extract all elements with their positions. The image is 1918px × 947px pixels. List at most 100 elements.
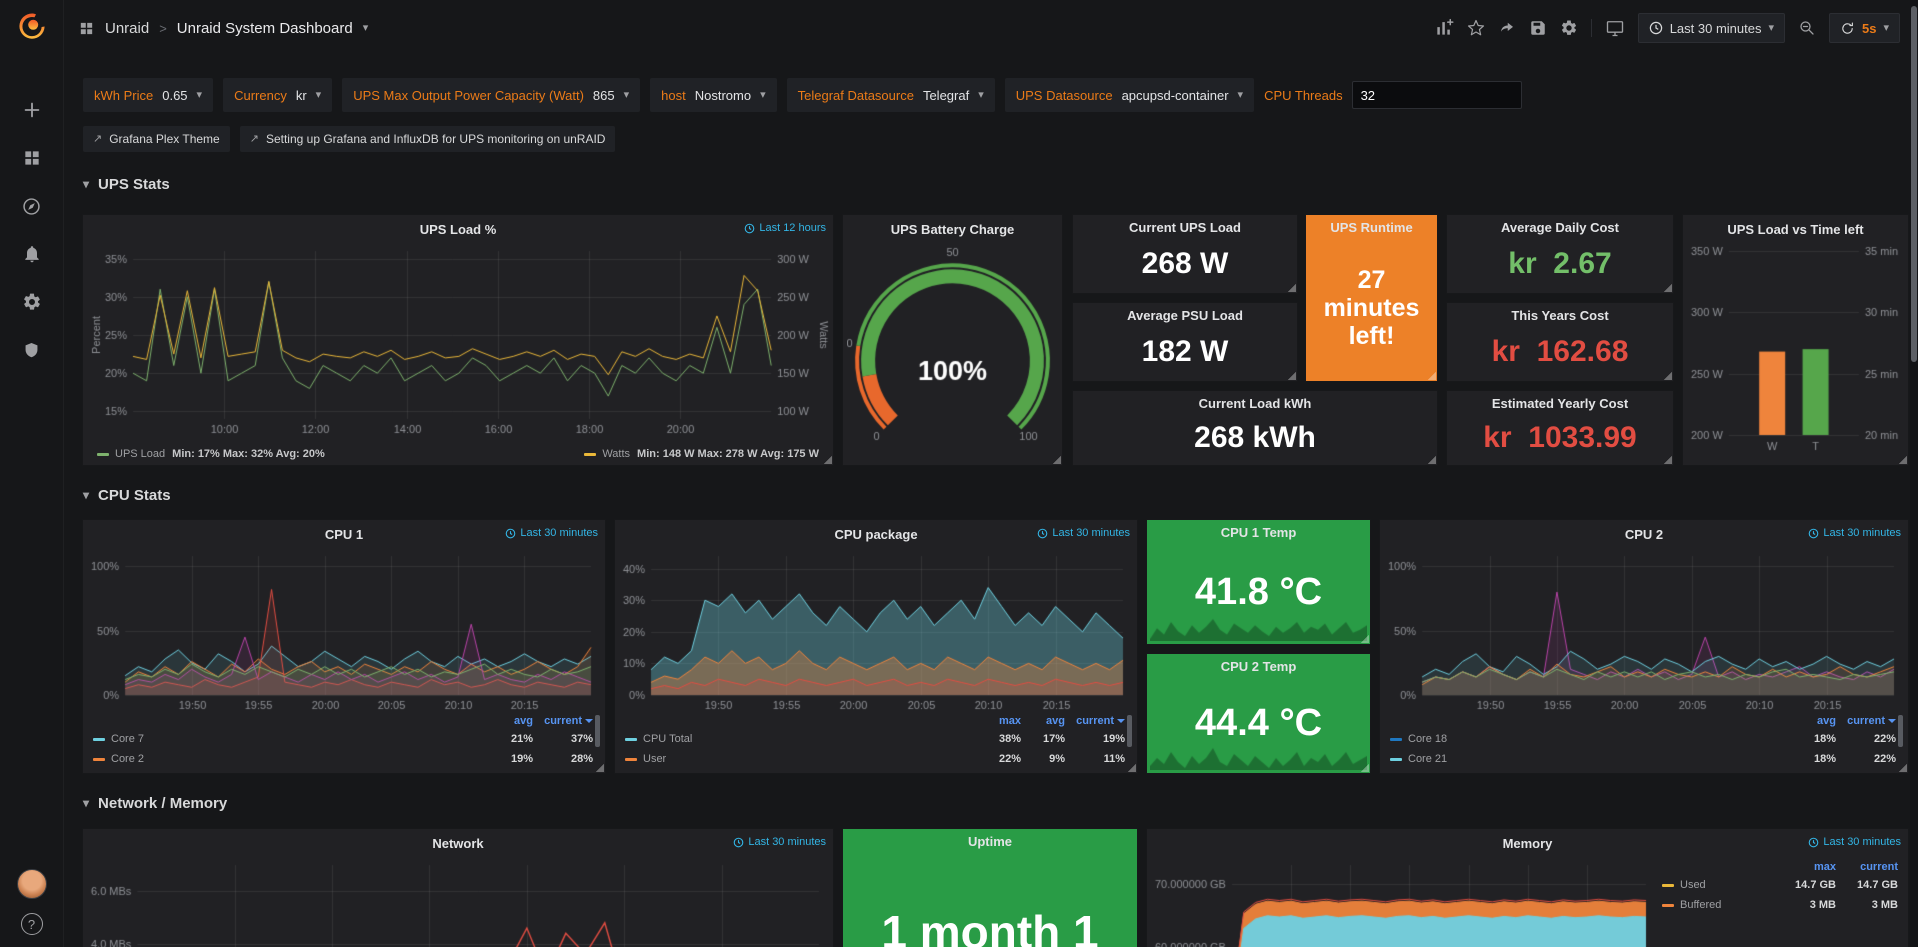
help-icon[interactable]: ? — [21, 913, 43, 935]
alerting-bell-icon[interactable] — [10, 234, 54, 274]
sort-caret-icon — [1117, 719, 1125, 723]
variable-ups-max-output[interactable]: UPS Max Output Power Capacity (Watt)865▾ — [342, 78, 640, 112]
panel-title[interactable]: CPU 1 — [325, 527, 363, 542]
time-range-caret-icon: ▾ — [1768, 23, 1774, 34]
star-icon[interactable] — [1467, 19, 1485, 37]
panel-ups-battery-charge: UPS Battery Charge — [843, 215, 1062, 465]
cpu2-chart[interactable] — [1384, 548, 1904, 715]
save-icon[interactable] — [1529, 19, 1547, 37]
refresh-icon — [1840, 21, 1855, 36]
panel-title[interactable]: CPU 2 Temp — [1221, 659, 1297, 674]
link-grafana-plex-theme[interactable]: ↗ Grafana Plex Theme — [83, 126, 230, 152]
panel-title[interactable]: UPS Load % — [420, 222, 497, 237]
zoom-out-icon[interactable] — [1798, 19, 1816, 37]
legend-series-ups-load[interactable]: UPS Load — [115, 448, 165, 460]
legend-series-user[interactable]: User — [625, 751, 975, 767]
panel-title[interactable]: UPS Battery Charge — [891, 222, 1015, 237]
clock-icon — [505, 528, 516, 539]
page-scrollbar[interactable] — [1910, 0, 1918, 947]
cpu1-chart[interactable] — [87, 548, 601, 715]
link-ups-monitoring-guide[interactable]: ↗ Setting up Grafana and InfluxDB for UP… — [240, 126, 616, 152]
grafana-logo[interactable] — [15, 10, 49, 44]
dashboard-grid-icon[interactable] — [78, 20, 95, 37]
panel-cpu2-graph: CPU 2 Last 30 minutes avgcurrent Core 18… — [1380, 520, 1908, 773]
panel-title[interactable]: CPU 1 Temp — [1221, 525, 1297, 540]
sidebar-nav — [10, 90, 54, 370]
sidebar-bottom: ? — [17, 869, 47, 935]
legend-series-buffered[interactable]: Buffered — [1662, 897, 1774, 913]
explore-compass-icon[interactable] — [10, 186, 54, 226]
panel-time-override: Last 30 minutes — [1037, 527, 1130, 539]
server-admin-shield-icon[interactable] — [10, 330, 54, 370]
dashboards-icon[interactable] — [10, 138, 54, 178]
legend-series-core18[interactable]: Core 18 — [1390, 731, 1786, 747]
row-header-ups-stats[interactable]: ▾ UPS Stats — [83, 172, 170, 196]
legend-series-core21[interactable]: Core 21 — [1390, 751, 1786, 767]
variable-host[interactable]: hostNostromo▾ — [650, 78, 776, 112]
panel-time-override: Last 30 minutes — [1808, 836, 1901, 848]
breadcrumb-folder[interactable]: Unraid — [105, 20, 149, 37]
dashboard-picker-caret-icon[interactable]: ▾ — [363, 23, 369, 34]
navbar-actions: Last 30 minutes ▾ 5s ▾ — [1434, 13, 1900, 43]
legend-series-watts[interactable]: Watts — [602, 448, 630, 460]
create-plus-icon[interactable] — [10, 90, 54, 130]
chevron-down-icon: ▾ — [83, 489, 89, 501]
user-avatar[interactable] — [17, 869, 47, 899]
variable-ups-datasource[interactable]: UPS Datasourceapcupsd-container▾ — [1005, 78, 1254, 112]
configuration-gear-icon[interactable] — [10, 282, 54, 322]
time-range-picker[interactable]: Last 30 minutes ▾ — [1638, 13, 1785, 43]
panel-title[interactable]: CPU package — [834, 527, 917, 542]
panel-time-override: Last 30 minutes — [733, 836, 826, 848]
page-scrollbar-thumb[interactable] — [1911, 6, 1917, 362]
panel-title[interactable]: CPU 2 — [1625, 527, 1663, 542]
legend-series-core7[interactable]: Core 7 — [93, 731, 483, 747]
legend-stats: Min: 17% Max: 32% Avg: 20% — [172, 448, 325, 460]
sort-caret-icon — [585, 719, 593, 723]
row-header-cpu-stats[interactable]: ▾ CPU Stats — [83, 483, 171, 507]
stat-value: 182 W — [1073, 323, 1297, 381]
legend-scrollbar[interactable] — [1127, 715, 1132, 747]
cpu-package-chart[interactable] — [619, 548, 1133, 715]
battery-gauge-chart[interactable] — [847, 243, 1058, 457]
tv-mode-icon[interactable] — [1605, 18, 1625, 38]
panel-ups-load-vs-time-left: UPS Load vs Time left — [1683, 215, 1908, 465]
legend-series-used[interactable]: Used — [1662, 877, 1774, 893]
chevron-down-icon: ▾ — [624, 90, 630, 101]
row-header-network-memory[interactable]: ▾ Network / Memory — [83, 791, 227, 815]
cpu-threads-input[interactable] — [1352, 81, 1522, 109]
legend-series-cpu-total[interactable]: CPU Total — [625, 731, 975, 747]
refresh-picker[interactable]: 5s ▾ — [1829, 13, 1900, 43]
panel-title[interactable]: UPS Runtime — [1330, 220, 1412, 235]
cpu2-temp-sparkline — [1150, 744, 1367, 770]
share-icon[interactable] — [1498, 19, 1516, 37]
clock-icon — [1808, 837, 1819, 848]
clock-icon — [733, 837, 744, 848]
network-chart[interactable] — [87, 857, 829, 947]
ups-load-vs-time-chart[interactable] — [1687, 243, 1904, 457]
panel-title[interactable]: This Years Cost — [1511, 308, 1608, 323]
memory-chart[interactable] — [1151, 857, 1656, 947]
panel-title[interactable]: Network — [432, 836, 483, 851]
panel-title[interactable]: UPS Load vs Time left — [1727, 222, 1863, 237]
legend-scrollbar[interactable] — [1898, 715, 1903, 747]
navbar: Unraid > Unraid System Dashboard ▾ — [64, 0, 1918, 56]
panel-network-graph: Network Last 30 minutes — [83, 829, 833, 947]
legend: avgcurrent Core 1818%22% Core 2118%22% — [1390, 713, 1896, 769]
panel-title[interactable]: Estimated Yearly Cost — [1492, 396, 1628, 411]
breadcrumb-dashboard-title[interactable]: Unraid System Dashboard — [177, 20, 353, 37]
dashboard-settings-gear-icon[interactable] — [1560, 19, 1578, 37]
variable-currency[interactable]: Currencykr▾ — [223, 78, 332, 112]
add-panel-icon[interactable] — [1434, 18, 1454, 38]
panel-title[interactable]: Average PSU Load — [1127, 308, 1243, 323]
legend-series-core2[interactable]: Core 2 — [93, 751, 483, 767]
panel-title[interactable]: Current Load kWh — [1199, 396, 1312, 411]
ups-load-chart[interactable] — [87, 243, 829, 439]
panel-title[interactable]: Uptime — [968, 834, 1012, 849]
panel-title[interactable]: Current UPS Load — [1129, 220, 1241, 235]
chevron-down-icon: ▾ — [83, 797, 89, 809]
legend-scrollbar[interactable] — [595, 715, 600, 747]
panel-title[interactable]: Memory — [1503, 836, 1553, 851]
panel-title[interactable]: Average Daily Cost — [1501, 220, 1619, 235]
variable-telegraf-datasource[interactable]: Telegraf DatasourceTelegraf▾ — [787, 78, 995, 112]
variable-kwh-price[interactable]: kWh Price0.65▾ — [83, 78, 213, 112]
